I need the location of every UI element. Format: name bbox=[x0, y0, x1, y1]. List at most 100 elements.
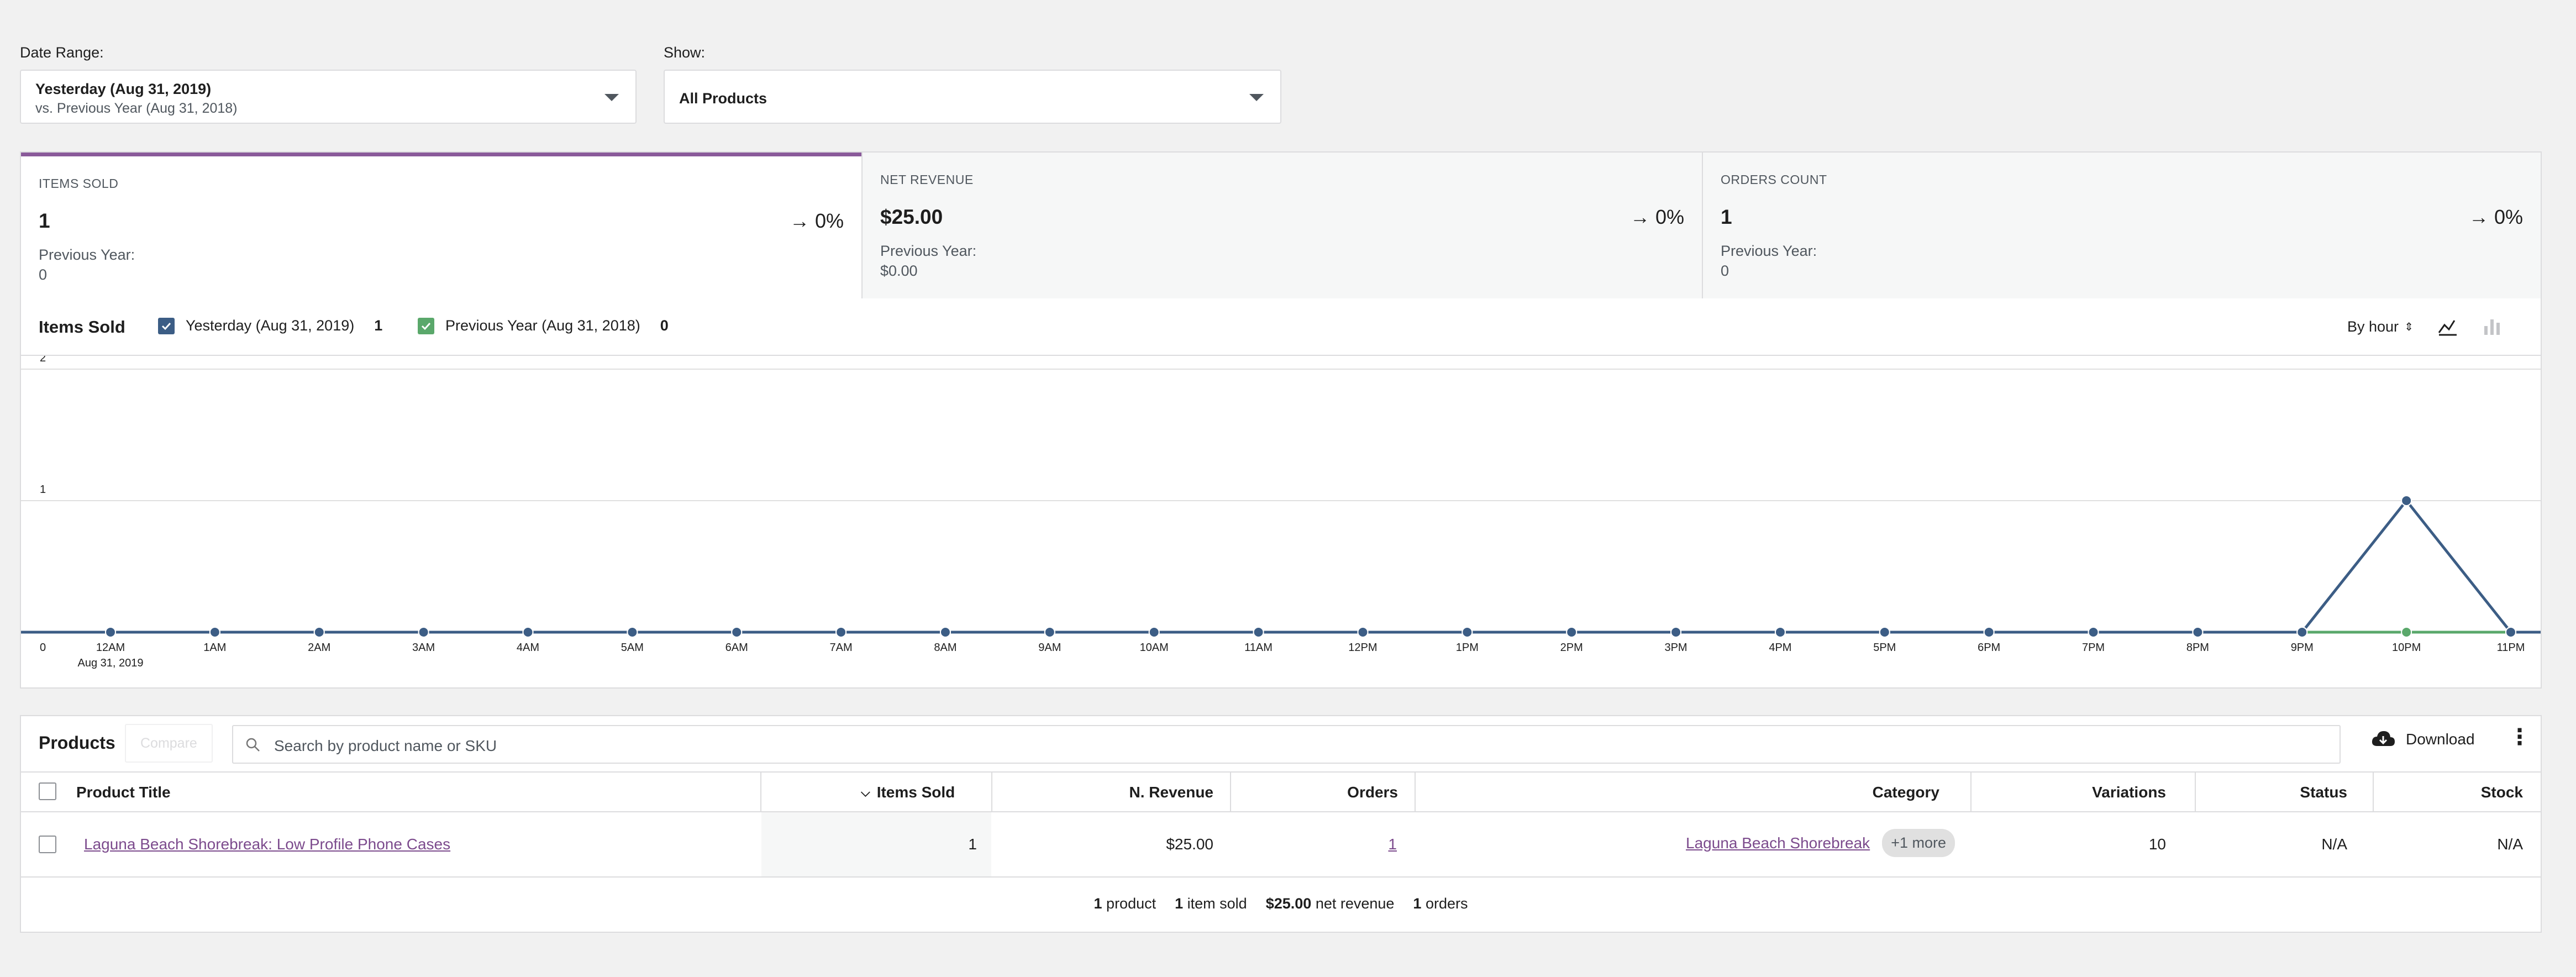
x-tick-label: 7AM bbox=[830, 642, 853, 654]
data-point bbox=[2088, 627, 2099, 638]
more-options-icon[interactable]: ⋮ bbox=[2509, 726, 2531, 748]
x-tick-label: 12AM bbox=[96, 642, 125, 654]
legend-item-current[interactable]: Yesterday (Aug 31, 2019) 1 bbox=[158, 317, 382, 334]
column-status[interactable]: Status bbox=[2196, 784, 2347, 801]
data-point bbox=[1670, 627, 1682, 638]
summary-delta: → 0% bbox=[789, 209, 844, 232]
checkbox-checked-icon bbox=[418, 317, 434, 334]
legend-label: Yesterday (Aug 31, 2019) bbox=[186, 317, 355, 334]
data-point bbox=[939, 627, 951, 638]
legend-value: 0 bbox=[660, 317, 669, 334]
x-tick-sublabel: Aug 31, 2019 bbox=[78, 657, 144, 669]
date-range-value: Yesterday (Aug 31, 2019) bbox=[35, 81, 212, 97]
data-point bbox=[2505, 627, 2516, 638]
category-link[interactable]: Laguna Beach Shorebreak bbox=[1686, 834, 1870, 852]
search-input[interactable]: Search by product name or SKU bbox=[232, 725, 2341, 764]
x-tick-label: 4AM bbox=[517, 642, 539, 654]
chevron-down-icon bbox=[1249, 94, 1264, 101]
summary-card-net-revenue[interactable]: NET REVENUE $25.00 → 0% Previous Year: $… bbox=[863, 153, 1702, 298]
column-product-title[interactable]: Product Title bbox=[76, 784, 171, 801]
summary-card-items-sold[interactable]: ITEMS SOLD 1 → 0% Previous Year: 0 bbox=[21, 153, 861, 298]
column-variations[interactable]: Variations bbox=[1972, 784, 2166, 801]
x-tick-label: 6AM bbox=[726, 642, 748, 654]
summary-value: 1 bbox=[39, 209, 50, 232]
column-items-sold[interactable]: ⌵ Items Sold bbox=[861, 784, 955, 801]
x-tick-label: 12PM bbox=[1348, 642, 1377, 654]
column-net-revenue[interactable]: N. Revenue bbox=[992, 784, 1214, 801]
data-point bbox=[2296, 627, 2308, 638]
x-tick-label: 5AM bbox=[621, 642, 644, 654]
arrow-right-icon: → bbox=[789, 209, 815, 232]
compare-button[interactable]: Compare bbox=[125, 724, 213, 763]
data-point bbox=[1983, 627, 1995, 638]
y-tick-label: 2 bbox=[40, 356, 46, 364]
column-category[interactable]: Category bbox=[1416, 784, 1939, 801]
summary-numbers: ITEMS SOLD 1 → 0% Previous Year: 0 NET R… bbox=[20, 151, 2542, 300]
product-title-link[interactable]: Laguna Beach Shorebreak: Low Profile Pho… bbox=[84, 836, 450, 853]
column-stock[interactable]: Stock bbox=[2374, 784, 2523, 801]
x-tick-label: 11AM bbox=[1244, 642, 1273, 654]
data-point bbox=[2192, 627, 2204, 638]
legend-label: Previous Year (Aug 31, 2018) bbox=[445, 317, 640, 334]
table-summary: 1 product 1 item sold $25.00 net revenue… bbox=[21, 895, 2541, 912]
download-button[interactable]: Download bbox=[2370, 729, 2475, 749]
summary-card-orders-count[interactable]: ORDERS COUNT 1 → 0% Previous Year: 0 bbox=[1703, 153, 2541, 298]
summary-prev-label: Previous Year: bbox=[39, 246, 135, 263]
download-label: Download bbox=[2406, 731, 2475, 748]
data-point bbox=[1044, 627, 1055, 638]
column-orders[interactable]: Orders bbox=[1231, 784, 1398, 801]
data-point bbox=[1566, 627, 1578, 638]
summary-delta: → 0% bbox=[2468, 206, 2523, 228]
x-tick-label: 9AM bbox=[1038, 642, 1061, 654]
interval-select[interactable]: By hour ⇕ bbox=[2347, 318, 2414, 335]
products-panel: Products Compare Search by product name … bbox=[20, 715, 2542, 933]
status-cell: N/A bbox=[2321, 836, 2347, 853]
data-point bbox=[835, 627, 847, 638]
x-tick-label: 4PM bbox=[1769, 642, 1791, 654]
show-select[interactable]: All Products bbox=[664, 70, 1281, 124]
summary-value: $25.00 bbox=[880, 206, 943, 228]
data-point bbox=[1774, 627, 1786, 638]
category-more-badge[interactable]: +1 more bbox=[1882, 829, 1955, 857]
data-point bbox=[2401, 495, 2412, 506]
table-row: Laguna Beach Shorebreak: Low Profile Pho… bbox=[21, 812, 2541, 876]
data-point bbox=[313, 627, 325, 638]
summary-delta: → 0% bbox=[1629, 206, 1684, 228]
orders-link[interactable]: 1 bbox=[1231, 836, 1413, 853]
arrow-right-icon: → bbox=[1629, 206, 1655, 228]
summary-label: NET REVENUE bbox=[880, 172, 974, 187]
summary-orders: 1 orders bbox=[1413, 895, 1468, 912]
x-tick-label: 2PM bbox=[1560, 642, 1583, 654]
chevron-down-icon bbox=[604, 94, 619, 101]
summary-items: 1 item sold bbox=[1175, 895, 1247, 912]
bar-chart-icon[interactable] bbox=[2481, 315, 2503, 340]
select-all-checkbox[interactable] bbox=[39, 782, 56, 800]
y-tick-label: 0 bbox=[40, 642, 46, 654]
summary-prev-label: Previous Year: bbox=[1721, 243, 1817, 259]
y-tick-label: 1 bbox=[40, 484, 46, 496]
search-icon bbox=[246, 738, 260, 752]
summary-label: ITEMS SOLD bbox=[39, 176, 119, 191]
sort-arrows-icon: ⇕ bbox=[2404, 321, 2414, 333]
date-range-select[interactable]: Yesterday (Aug 31, 2019) vs. Previous Ye… bbox=[20, 70, 637, 124]
summary-value: 1 bbox=[1721, 206, 1732, 228]
summary-prev-value: 0 bbox=[1721, 262, 1729, 279]
series-line bbox=[111, 499, 2512, 634]
items-sold-chart: 0 1 2 12AM 1AM 2AM 3AM 4AM 5AM 6AM 7AM 8AM 9AM 10AM 11… bbox=[21, 356, 2541, 669]
row-checkbox[interactable] bbox=[39, 836, 56, 853]
x-tick-label: 5PM bbox=[1873, 642, 1896, 654]
line-chart-icon[interactable] bbox=[2437, 315, 2459, 340]
legend-item-previous[interactable]: Previous Year (Aug 31, 2018) 0 bbox=[418, 317, 669, 334]
x-tick-label: 6PM bbox=[1978, 642, 2000, 654]
legend-value: 1 bbox=[374, 317, 383, 334]
summary-label: ORDERS COUNT bbox=[1721, 172, 1827, 187]
chart-title: Items Sold bbox=[39, 317, 125, 337]
x-tick-label: 2AM bbox=[308, 642, 330, 654]
divider bbox=[21, 876, 2541, 878]
interval-value: By hour bbox=[2347, 318, 2399, 335]
x-tick-label: 10AM bbox=[1140, 642, 1169, 654]
x-tick-label: 3AM bbox=[412, 642, 435, 654]
x-tick-label: 1AM bbox=[203, 642, 226, 654]
x-tick-label: 9PM bbox=[2291, 642, 2314, 654]
chevron-down-icon: ⌵ bbox=[861, 785, 870, 799]
